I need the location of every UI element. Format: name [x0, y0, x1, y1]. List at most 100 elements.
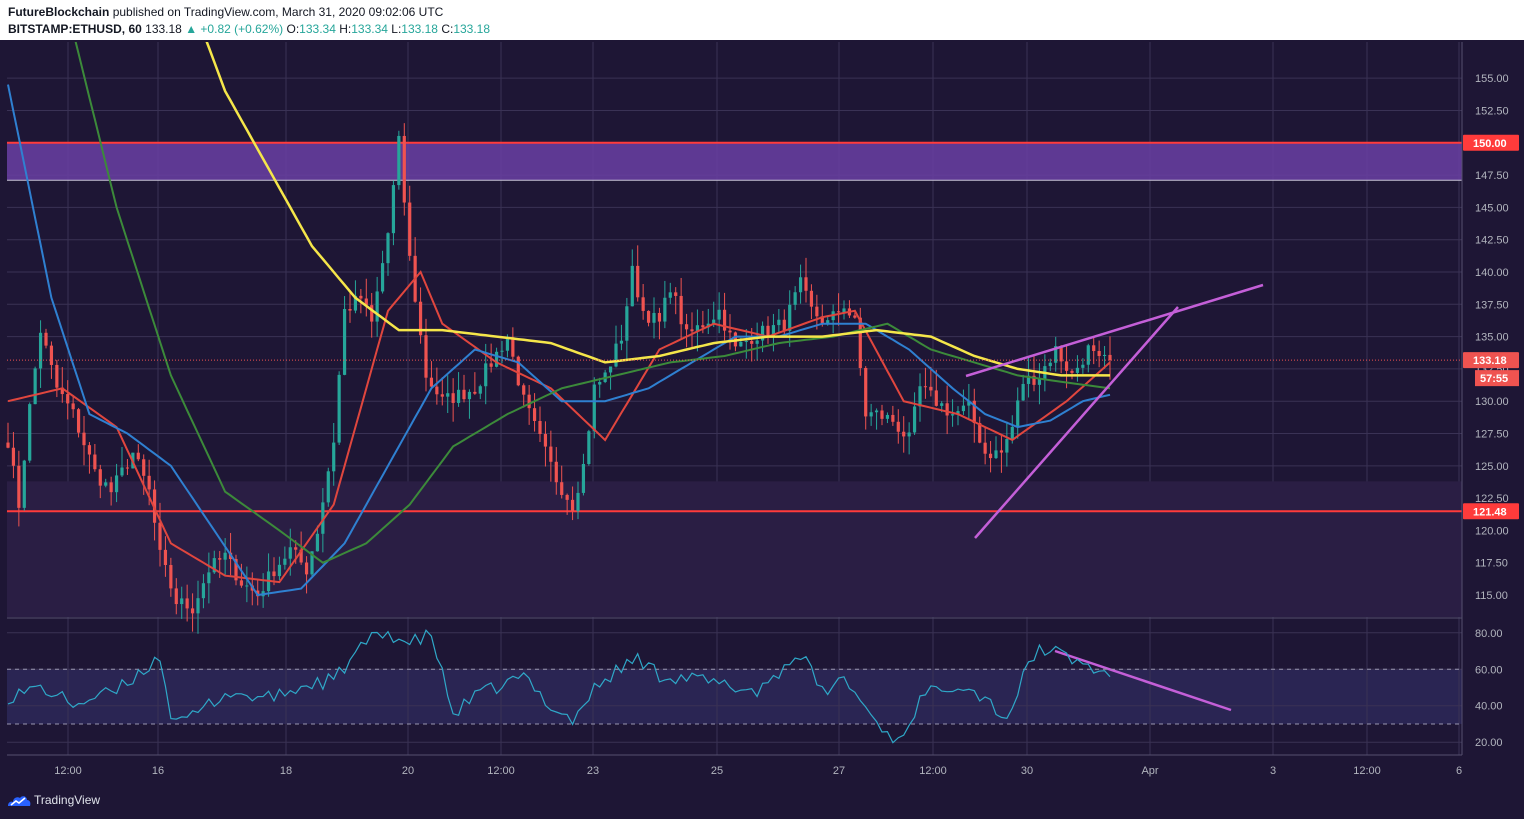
candle-body	[489, 363, 493, 367]
candle-body	[961, 405, 966, 412]
price-chart[interactable]: 155.00 152.50 150.00 147.50 145.00 142.50 140.…	[0, 40, 1524, 782]
candle-body	[402, 135, 406, 203]
publish-text: published on TradingView.com, March 31, …	[112, 5, 444, 19]
time-tick-label: Apr	[1141, 765, 1158, 777]
candle-body	[657, 312, 662, 322]
price-tick-label: 115.00	[1475, 590, 1508, 602]
candle-body	[929, 386, 933, 391]
price-tick-label: 127.50	[1475, 429, 1509, 441]
candle-body	[158, 522, 162, 550]
candle-body	[782, 319, 786, 331]
candle-body	[435, 386, 439, 395]
change-arrow-icon: ▲	[185, 22, 198, 36]
candle-body	[766, 325, 770, 336]
candle-body	[815, 306, 819, 317]
candle-body	[880, 410, 884, 419]
candle-body	[239, 580, 244, 586]
candle-body	[120, 467, 124, 476]
time-tick-label: 30	[1021, 765, 1033, 777]
time-tick-label: 12:00	[487, 765, 515, 777]
candle-body	[142, 459, 146, 476]
level-121-tag-label: 121.48	[1473, 506, 1507, 518]
candle-body	[22, 460, 26, 508]
candle-body	[294, 547, 298, 550]
candle-body	[896, 421, 900, 432]
candle-body	[104, 482, 108, 486]
low-value: 133.18	[401, 22, 438, 36]
candle-body	[918, 386, 922, 407]
time-tick-label: 3	[1270, 765, 1276, 777]
candle-body	[33, 368, 37, 405]
candle-body	[994, 450, 998, 459]
candle-body	[207, 572, 211, 584]
tradingview-brand[interactable]: TradingView	[34, 793, 100, 807]
candle-body	[380, 263, 385, 292]
candle-body	[109, 482, 113, 493]
time-tick-label: 25	[711, 765, 723, 777]
time-tick-label: 27	[833, 765, 845, 777]
candle-body	[788, 304, 792, 331]
candle-body	[397, 135, 401, 186]
candle-body	[907, 432, 911, 437]
price-tick-label: 120.00	[1475, 525, 1509, 537]
candle-body	[424, 335, 428, 378]
candle-body	[679, 295, 683, 325]
candle-body	[798, 277, 803, 293]
candle-body	[598, 381, 602, 385]
candle-body	[87, 445, 92, 455]
candle-body	[440, 394, 444, 397]
price-tick-label: 137.50	[1475, 299, 1509, 311]
candle-body	[630, 265, 634, 307]
candle-body	[739, 341, 743, 347]
candle-body	[11, 447, 16, 466]
candle-body	[348, 308, 352, 311]
candle-body	[804, 277, 808, 291]
candle-body	[527, 394, 531, 409]
price-tick-label: 142.50	[1475, 235, 1509, 247]
candle-body	[386, 233, 390, 264]
candle-body	[565, 494, 569, 500]
price-tick-label: 135.00	[1475, 332, 1509, 344]
candle-body	[701, 325, 705, 328]
candle-body	[717, 309, 721, 320]
candle-body	[864, 367, 868, 417]
candle-body	[1097, 350, 1101, 357]
price-tick-label: 155.00	[1475, 73, 1509, 85]
tradingview-logo-icon[interactable]	[7, 793, 31, 809]
candle-body	[744, 340, 748, 342]
candle-body	[196, 598, 200, 614]
candle-body	[315, 533, 320, 552]
chart-footer: TradingView	[0, 782, 1524, 819]
candle-body	[646, 310, 651, 323]
price-tick-label: 152.50	[1475, 105, 1509, 117]
candle-body	[777, 319, 781, 326]
candle-body	[462, 389, 466, 400]
candle-body	[983, 442, 987, 454]
time-tick-label: 23	[587, 765, 599, 777]
candle-body	[185, 598, 189, 609]
last-price: 133.18	[145, 22, 182, 36]
publish-info: FutureBlockchain published on TradingVie…	[8, 5, 443, 19]
candle-body	[934, 390, 938, 406]
author-name[interactable]: FutureBlockchain	[8, 5, 109, 19]
close-value: 133.18	[453, 22, 491, 36]
candle-body	[147, 475, 151, 490]
candle-body	[375, 291, 379, 322]
candle-body	[1086, 345, 1090, 365]
symbol-name[interactable]: BITSTAMP:ETHUSD, 60	[8, 22, 142, 36]
candle-body	[44, 332, 48, 346]
candle-body	[891, 414, 895, 422]
candle-body	[71, 403, 75, 410]
open-label: O:	[286, 22, 300, 36]
candle-body	[391, 185, 396, 234]
candle-body	[663, 297, 667, 322]
price-change: +0.82 (+0.62%)	[200, 22, 284, 36]
price-tick-label: 145.00	[1475, 202, 1509, 214]
candle-body	[429, 377, 434, 387]
candle-body	[446, 393, 450, 397]
candle-body	[456, 389, 461, 403]
candle-body	[1102, 354, 1107, 357]
candle-body	[1010, 426, 1014, 440]
candle-body	[342, 308, 347, 375]
candle-body	[1081, 364, 1085, 368]
